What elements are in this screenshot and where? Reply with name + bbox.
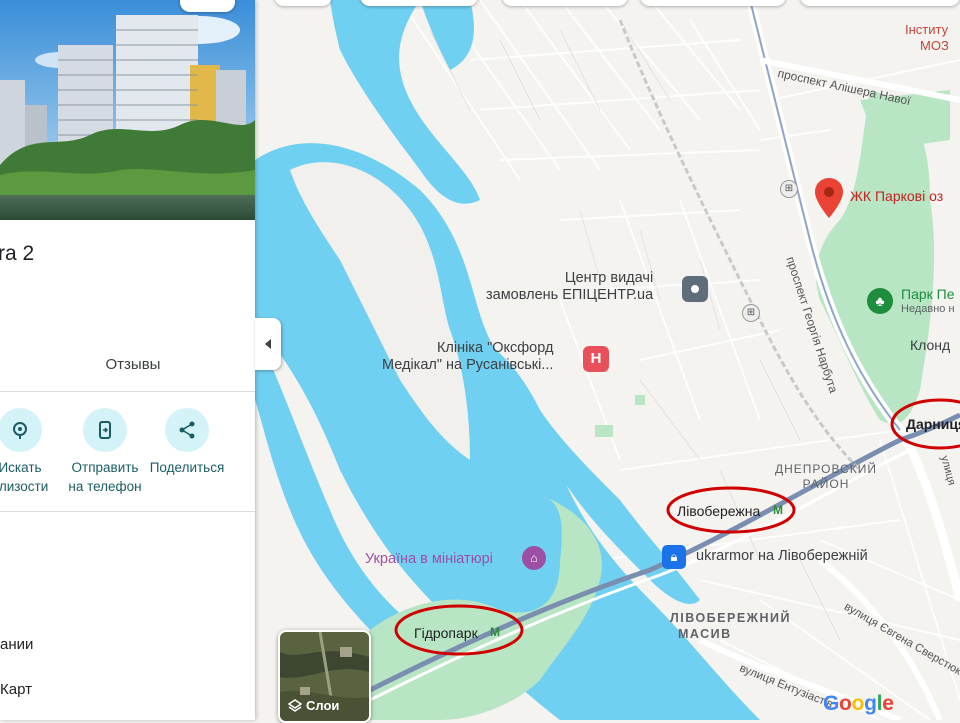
send-to-phone-icon	[83, 408, 127, 452]
layers-label: Слои	[288, 698, 339, 713]
send-to-phone-button[interactable]: Отправить на телефон	[63, 408, 147, 496]
label-ukrarmor[interactable]: ukrarmor на Лівобережній	[696, 548, 868, 564]
layers-button[interactable]: Слои	[278, 630, 371, 723]
map-top-chip-1[interactable]	[274, 0, 332, 6]
hospital-icon[interactable]: H	[583, 346, 609, 372]
share-button[interactable]: Поделиться	[145, 408, 229, 477]
send-label-2: на телефон	[68, 479, 142, 494]
nearby-label-2: близости	[0, 479, 49, 494]
label-clinic[interactable]: Клініка "Оксфорд Медікал" на Русанівські…	[382, 340, 553, 374]
label-park-note: Недавно н	[901, 303, 955, 315]
label-clinic-line1: Клініка "Оксфорд	[436, 340, 554, 356]
layers-text: Слои	[306, 698, 340, 713]
label-livoberezhnyi-line2: МАСИВ	[678, 627, 732, 641]
label-epicentr-line1: Центр видачі	[564, 270, 654, 286]
map-top-chip-2[interactable]	[360, 0, 478, 6]
museum-icon[interactable]: ⌂	[522, 546, 546, 570]
send-label-1: Отправить	[71, 460, 139, 475]
nearby-label-1: Искать	[0, 460, 42, 475]
chevron-left-icon	[265, 339, 271, 349]
place-panel: ra 2 Отзывы Искать близости Отправить на…	[0, 0, 255, 720]
place-photo[interactable]	[0, 0, 255, 220]
metro-entrance-icon[interactable]: ⊞	[780, 180, 798, 198]
park-tree-icon[interactable]: ♣	[867, 288, 893, 314]
park-patch-2	[595, 425, 613, 437]
metro-icon-livoberezhna: M	[773, 503, 783, 517]
collapse-panel-button[interactable]	[255, 318, 281, 370]
label-park-name[interactable]: Парк Пе	[901, 286, 955, 302]
place-photo-image	[0, 0, 255, 220]
label-epicentr-line2: замовлень ЕПІЦЕНТР.ua	[486, 287, 654, 303]
tab-reviews[interactable]: Отзывы	[96, 356, 170, 373]
label-hidropark[interactable]: Гідропарк	[414, 625, 478, 641]
nearby-button[interactable]: Искать близости	[0, 408, 62, 496]
shopping-bag-icon[interactable]: 🔒︎	[662, 545, 686, 569]
label-institute[interactable]: Інститу	[905, 22, 948, 37]
label-clinic-line2: Медікал" на Русанівські...	[382, 357, 554, 373]
park-patch	[635, 395, 645, 405]
map-top-chip-5[interactable]	[800, 0, 960, 6]
map-top-chip-4[interactable]	[640, 0, 786, 6]
label-livoberezhnyi-masyv: ЛІВОБЕРЕЖНИЙ МАСИВ	[670, 610, 791, 642]
place-title: ra 2	[0, 242, 35, 265]
train-station-icon[interactable]: ⊞	[742, 304, 760, 322]
tabs-divider	[0, 391, 255, 392]
metro-icon-hidropark: M	[490, 625, 500, 639]
list-item[interactable]: ании	[0, 636, 33, 653]
list-item[interactable]: Карт	[0, 681, 32, 698]
label-dniprovskyi-line2: РАЙОН	[802, 477, 850, 491]
label-dniprovskyi-line1: ДНЕПРОВСКИЙ	[775, 462, 878, 476]
store-icon[interactable]	[682, 276, 708, 302]
label-epicentr[interactable]: Центр видачі замовлень ЕПІЦЕНТР.ua	[486, 270, 653, 304]
label-pin-place[interactable]: ЖК Паркові оз	[850, 188, 943, 204]
actions-divider	[0, 511, 255, 512]
label-dniprovskyi: ДНЕПРОВСКИЙ РАЙОН	[775, 462, 877, 492]
nearby-icon	[0, 408, 42, 452]
label-darnytsia[interactable]: Дарниця	[906, 416, 960, 432]
google-logo: Google	[823, 692, 894, 715]
map-top-chip-3[interactable]	[502, 0, 628, 6]
map-pin-icon[interactable]	[815, 178, 843, 223]
label-ukraina-miniature[interactable]: Україна в мініатюрі	[365, 551, 493, 567]
layers-icon	[288, 698, 302, 712]
label-klond: Клонд	[910, 337, 951, 353]
share-icon	[165, 408, 209, 452]
label-livoberezhnyi-line1: ЛІВОБЕРЕЖНИЙ	[670, 611, 791, 625]
label-institute-2: МОЗ	[920, 38, 949, 53]
share-label: Поделиться	[149, 460, 225, 475]
label-livoberezhna[interactable]: Лівобережна	[677, 503, 760, 519]
top-card-fragment	[180, 0, 235, 12]
